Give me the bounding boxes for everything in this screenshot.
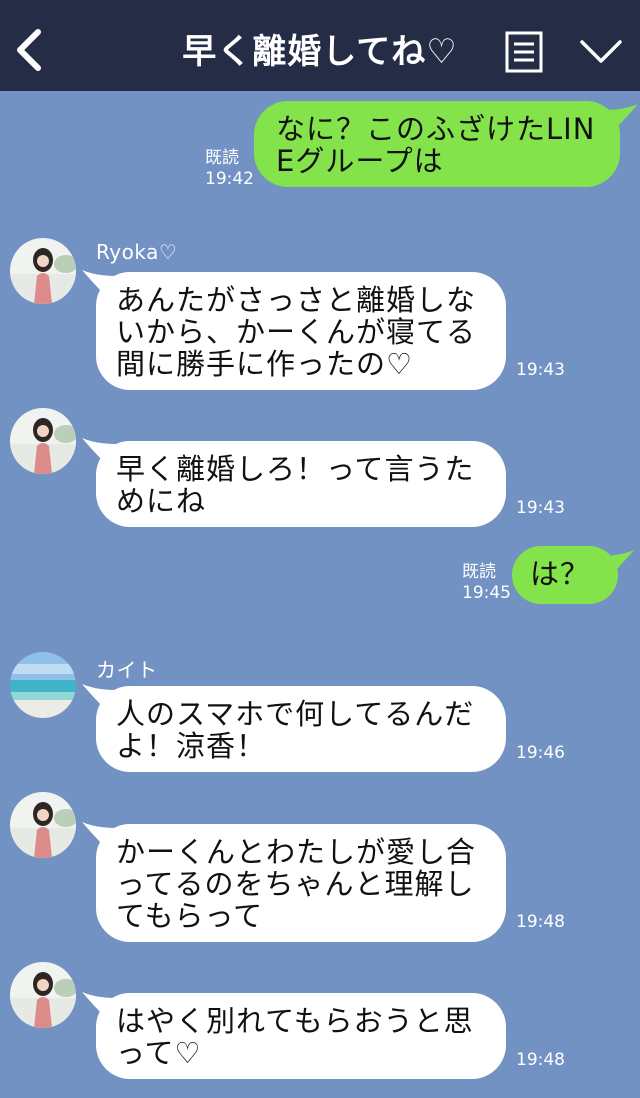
message-time: 19:46: [516, 743, 565, 763]
avatar-ryoka[interactable]: [10, 408, 76, 474]
chevron-down-icon[interactable]: [578, 36, 624, 68]
menu-list-icon[interactable]: [505, 31, 543, 73]
sender-name: Ryoka♡: [96, 240, 178, 264]
read-receipt: 既読 19:42: [205, 148, 254, 190]
message-time: 19:43: [516, 498, 565, 518]
message-time: 19:45: [462, 583, 511, 603]
read-label: 既読: [205, 148, 239, 168]
message-bubble[interactable]: あんたがさっさと離婚しな いから、かーくんが寝てる 間に勝手に作ったの♡: [96, 272, 506, 390]
read-receipt: 既読 19:45: [462, 562, 511, 604]
message-time: 19:48: [516, 1050, 565, 1070]
message-time: 19:43: [516, 360, 565, 380]
message-bubble[interactable]: はやく別れてもらおうと思 って♡: [96, 993, 506, 1079]
message-bubble[interactable]: は？: [512, 546, 618, 604]
message-bubble[interactable]: なに？このふざけたLIN Eグループは: [254, 101, 620, 187]
read-label: 既読: [462, 562, 496, 582]
avatar-kaito[interactable]: [10, 652, 76, 718]
avatar-ryoka[interactable]: [10, 962, 76, 1028]
avatar-ryoka[interactable]: [10, 792, 76, 858]
message-bubble[interactable]: かーくんとわたしが愛し合 ってるのをちゃんと理解し てもらって: [96, 824, 506, 942]
message-time: 19:48: [516, 912, 565, 932]
sender-name: カイト: [96, 658, 158, 682]
message-bubble[interactable]: 早く離婚しろ！って言うた めにね: [96, 441, 506, 527]
avatar-ryoka[interactable]: [10, 238, 76, 304]
chevron-left-icon[interactable]: [14, 28, 46, 72]
message-time: 19:42: [205, 169, 254, 189]
chat-header: 早く離婚してね♡: [0, 0, 640, 91]
chat-title: 早く離婚してね♡: [182, 32, 458, 72]
message-bubble[interactable]: 人のスマホで何してるんだ よ！涼香！: [96, 686, 506, 772]
